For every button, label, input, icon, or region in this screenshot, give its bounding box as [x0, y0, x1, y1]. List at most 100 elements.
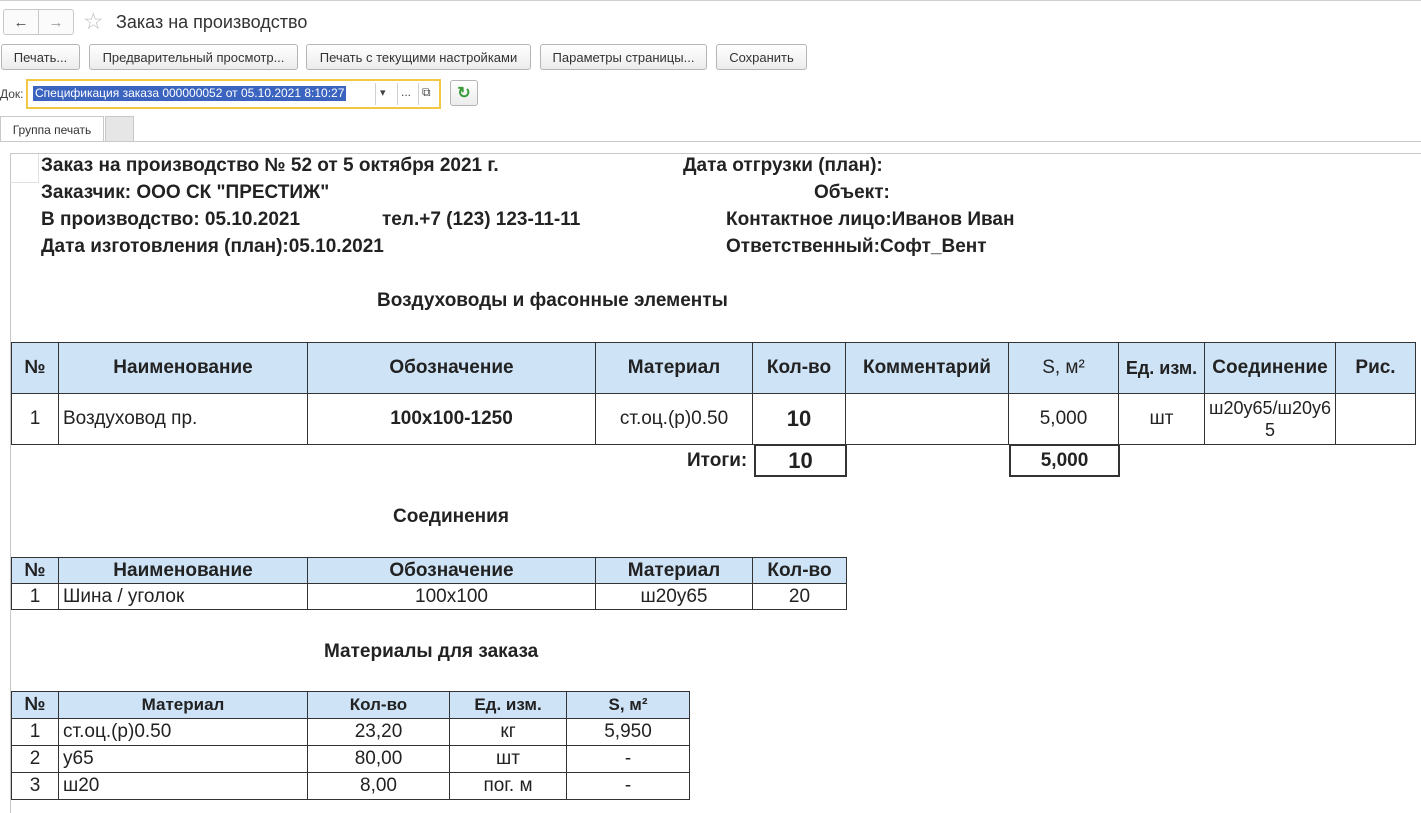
window-top-border — [0, 0, 1421, 1]
column-header: Материал — [595, 342, 753, 394]
table-cell: ш20у65/ш20у65 — [1204, 393, 1336, 445]
column-header: Ед. изм. — [449, 691, 567, 719]
contact-label: Контактное лицо:Иванов Иван — [726, 209, 1015, 230]
table-cell: ст.оц.(р)0.50 — [595, 393, 753, 445]
table-row: 1 Шина / уголок 100х100 ш20у65 20 — [11, 583, 847, 610]
manufacture-date-label: Дата изготовления (план):05.10.2021 — [41, 236, 384, 257]
column-header: Материал — [58, 691, 308, 719]
table-cell: 1 — [11, 583, 59, 610]
doc-select-value[interactable]: Спецификация заказа 000000052 от 05.10.2… — [33, 86, 347, 101]
table-cell: шт — [449, 745, 567, 773]
navigation-buttons: ← → — [3, 9, 74, 35]
column-header: Наименование — [58, 342, 308, 394]
table-cell: 1 — [11, 393, 59, 445]
table-cell: ст.оц.(р)0.50 — [58, 718, 308, 746]
column-header: Кол-во — [307, 691, 450, 719]
section-connections-title: Соединения — [393, 506, 509, 527]
table-cell: 8,00 — [307, 772, 450, 800]
preview-button[interactable]: Предварительный просмотр... — [89, 44, 298, 70]
back-arrow-icon[interactable]: ← — [4, 10, 38, 34]
table-cell: ш20 — [58, 772, 308, 800]
table-cell — [845, 393, 1009, 445]
table-cell: Воздуховод пр. — [58, 393, 308, 445]
table-cell: 5,950 — [566, 718, 690, 746]
print-button[interactable]: Печать... — [1, 44, 80, 70]
table-row: 3 ш20 8,00 пог. м - — [11, 772, 690, 800]
table-cell — [1335, 393, 1416, 445]
customer-label: Заказчик: ООО СК "ПРЕСТИЖ" — [41, 182, 330, 203]
table-cell: 100х100 — [307, 583, 596, 610]
column-header: Материал — [595, 557, 753, 584]
table-cell: 80,00 — [307, 745, 450, 773]
table-cell: пог. м — [449, 772, 567, 800]
favorite-star-icon[interactable]: ☆ — [83, 9, 104, 33]
column-header: Обозначение — [307, 342, 596, 394]
window-title: Заказ на производство — [116, 12, 308, 32]
column-header: Рис. — [1335, 342, 1416, 394]
total-quantity: 10 — [754, 444, 847, 477]
print-current-settings-button[interactable]: Печать с текущими настройками — [306, 44, 531, 70]
materials-table: № Материал Кол-во Ед. изм. S, м² 1 ст.оц… — [11, 691, 690, 800]
column-header: Наименование — [58, 557, 308, 584]
open-icon[interactable]: ⧉ — [422, 85, 431, 100]
column-header: Комментарий — [845, 342, 1009, 394]
dropdown-arrow-icon[interactable]: ▾ — [380, 86, 386, 99]
table-cell: 20 — [752, 583, 847, 610]
table-cell: 1 — [11, 718, 59, 746]
select-ellipsis-button[interactable]: ... — [401, 85, 411, 99]
table-cell: 23,20 — [307, 718, 450, 746]
connections-table: № Наименование Обозначение Материал Кол-… — [11, 557, 847, 610]
column-header: S, м² — [1008, 342, 1119, 394]
section-materials-title: Материалы для заказа — [324, 641, 539, 662]
object-label: Объект: — [814, 182, 890, 203]
table-cell: шт — [1118, 393, 1205, 445]
table-cell: 100х100-1250 — [307, 393, 596, 445]
table-cell: - — [566, 745, 690, 773]
table-row: 1 Воздуховод пр. 100х100-1250 ст.оц.(р)0… — [11, 393, 1416, 445]
table-cell: 5,000 — [1008, 393, 1119, 445]
report-corner-cell — [10, 154, 39, 183]
report-top-border — [10, 153, 1421, 154]
total-area: 5,000 — [1009, 444, 1120, 477]
field-divider — [418, 83, 419, 105]
column-header: Кол-во — [752, 557, 847, 584]
ship-date-label: Дата отгрузки (план): — [683, 155, 883, 176]
tab-print-group[interactable]: Группа печать — [0, 116, 104, 142]
table-header-row: № Наименование Обозначение Материал Кол-… — [11, 342, 1416, 394]
forward-arrow-icon[interactable]: → — [38, 10, 73, 34]
table-cell: 10 — [752, 393, 846, 445]
table-row: 2 у65 80,00 шт - — [11, 745, 690, 773]
column-header: Кол-во — [752, 342, 846, 394]
tab-empty[interactable] — [105, 116, 134, 142]
table-row: 1 ст.оц.(р)0.50 23,20 кг 5,950 — [11, 718, 690, 746]
field-divider — [397, 83, 398, 105]
doc-label: Док: — [0, 87, 24, 101]
table-cell: 2 — [11, 745, 59, 773]
column-header: Обозначение — [307, 557, 596, 584]
column-header: Соединение — [1204, 342, 1336, 394]
in-production-label: В производство: 05.10.2021 — [41, 209, 301, 230]
column-header: № — [11, 691, 59, 719]
save-button[interactable]: Сохранить — [716, 44, 807, 70]
table-cell: Шина / уголок — [58, 583, 308, 610]
tab-divider — [0, 141, 1421, 142]
section-ducts-title: Воздуховоды и фасонные элементы — [377, 290, 728, 311]
responsible-label: Ответственный:Софт_Вент — [726, 236, 987, 257]
totals-label: Итоги: — [687, 450, 748, 471]
order-title: Заказ на производство № 52 от 5 октября … — [41, 155, 499, 176]
column-header: Ед. изм. — [1118, 342, 1205, 394]
phone-label: тел.+7 (123) 123-11-11 — [382, 209, 581, 230]
table-cell: ш20у65 — [595, 583, 753, 610]
table-header-row: № Наименование Обозначение Материал Кол-… — [11, 557, 847, 584]
column-header: № — [11, 557, 59, 584]
column-header: S, м² — [566, 691, 690, 719]
table-cell: - — [566, 772, 690, 800]
refresh-icon[interactable]: ↻ — [450, 80, 478, 106]
table-cell: у65 — [58, 745, 308, 773]
ducts-table: № Наименование Обозначение Материал Кол-… — [11, 342, 1416, 445]
table-cell: 3 — [11, 772, 59, 800]
table-cell: кг — [449, 718, 567, 746]
doc-select-field[interactable]: Спецификация заказа 000000052 от 05.10.2… — [26, 79, 441, 109]
table-header-row: № Материал Кол-во Ед. изм. S, м² — [11, 691, 690, 719]
page-parameters-button[interactable]: Параметры страницы... — [540, 44, 707, 70]
